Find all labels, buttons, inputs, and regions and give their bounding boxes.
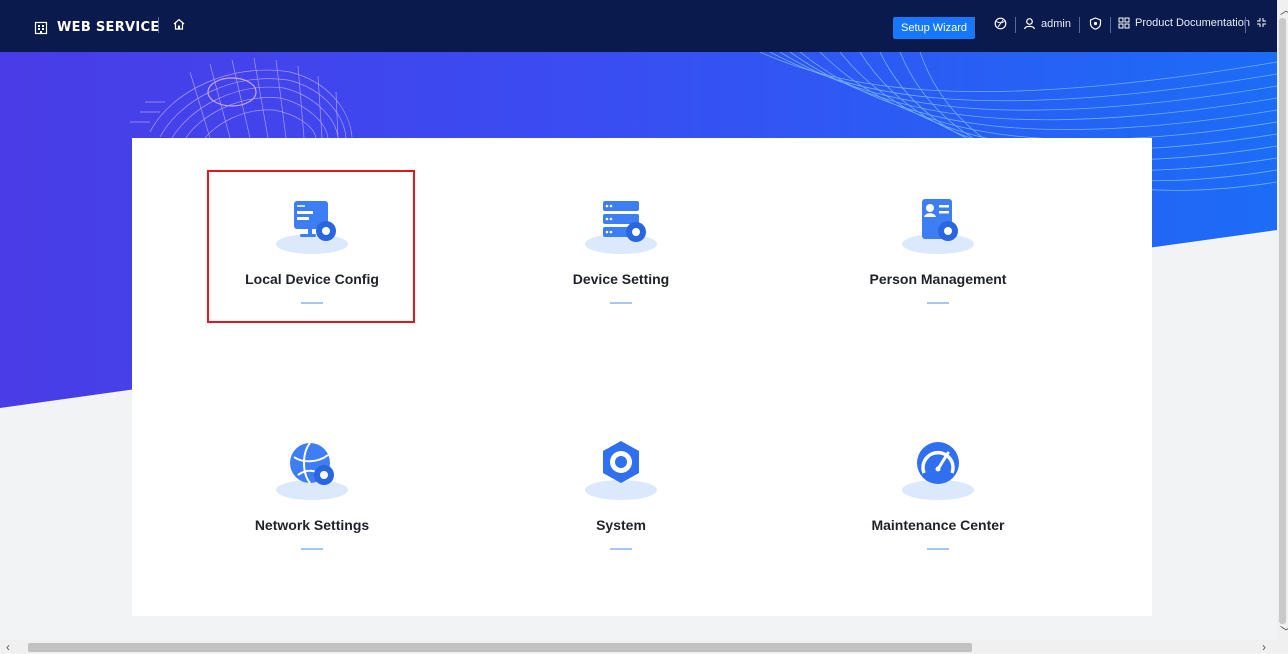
divider <box>1110 17 1111 33</box>
tile-device-setting[interactable]: Device Setting <box>516 175 726 325</box>
person-card-icon <box>902 199 974 254</box>
tile-underline <box>301 302 323 304</box>
top-navigation-bar: WEB SERVICE Setup Wizard admin Product D… <box>0 0 1277 52</box>
tile-underline <box>610 302 632 304</box>
tile-network-settings[interactable]: Network Settings <box>207 421 417 571</box>
divider <box>1015 17 1016 33</box>
security-button[interactable] <box>1089 17 1102 30</box>
tile-person-management[interactable]: Person Management <box>833 175 1043 325</box>
brand: WEB SERVICE <box>34 20 160 35</box>
tile-underline <box>301 548 323 550</box>
setup-wizard-button[interactable]: Setup Wizard <box>893 17 976 39</box>
scroll-left-arrow-icon[interactable]: ‹ <box>6 641 10 653</box>
server-settings-icon <box>585 201 657 254</box>
tile-maintenance-center[interactable]: Maintenance Center <box>833 421 1043 571</box>
gear-icon <box>585 441 657 500</box>
fullscreen-icon <box>1257 18 1266 27</box>
tile-label: System <box>596 517 646 533</box>
product-documentation-link[interactable]: Product Documentation <box>1118 17 1250 29</box>
shield-icon <box>1089 17 1102 30</box>
tile-label: Person Management <box>869 271 1007 287</box>
tile-label: Maintenance Center <box>871 517 1005 533</box>
tile-underline <box>927 302 949 304</box>
main-menu-panel: Local Device Config Device Setting Perso… <box>132 138 1152 616</box>
product-documentation-label: Product Documentation <box>1135 17 1250 29</box>
user-icon <box>1023 18 1036 30</box>
divider <box>1245 17 1246 33</box>
divider <box>158 17 159 33</box>
divider <box>1079 17 1080 33</box>
username: admin <box>1041 17 1071 30</box>
user-menu[interactable]: admin <box>1023 17 1071 30</box>
tile-underline <box>927 548 949 550</box>
scroll-up-arrow-icon[interactable]: ︿ <box>1280 4 1288 16</box>
brand-title: WEB SERVICE <box>57 20 160 35</box>
scroll-down-arrow-icon[interactable]: ﹀ <box>1280 626 1288 638</box>
tile-label: Local Device Config <box>245 271 379 287</box>
monitor-settings-icon <box>276 201 348 254</box>
language-button[interactable] <box>994 17 1007 30</box>
horizontal-scrollbar-thumb[interactable] <box>28 643 972 652</box>
tile-label: Device Setting <box>572 271 670 287</box>
speedometer-icon <box>902 442 974 500</box>
globe-icon <box>994 17 1007 30</box>
scroll-right-arrow-icon[interactable]: › <box>1262 641 1266 653</box>
building-icon <box>34 21 48 34</box>
tile-label: Network Settings <box>254 517 370 533</box>
home-button[interactable] <box>172 17 186 36</box>
tile-local-device-config[interactable]: Local Device Config <box>207 175 417 325</box>
vertical-scrollbar-thumb[interactable] <box>1279 18 1286 624</box>
tile-system[interactable]: System <box>516 421 726 571</box>
tile-underline <box>610 548 632 550</box>
globe-settings-icon <box>276 442 348 500</box>
fullscreen-button[interactable] <box>1256 17 1267 28</box>
divider <box>974 17 975 33</box>
grid-icon <box>1118 17 1130 29</box>
home-icon <box>173 18 185 30</box>
